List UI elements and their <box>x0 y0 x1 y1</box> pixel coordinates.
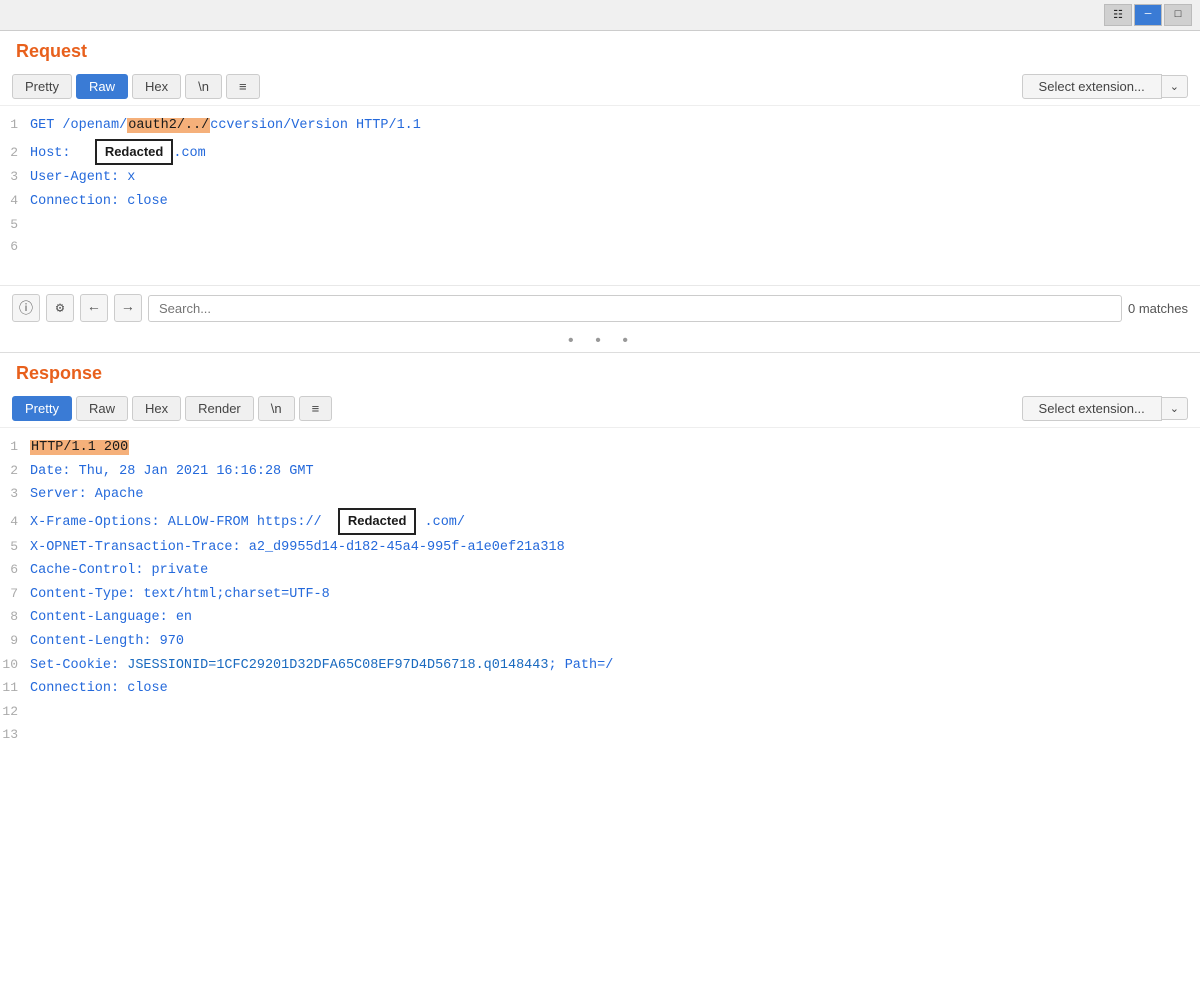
request-code-area: 1 GET /openam/oauth2/../ccversion/Versio… <box>0 105 1200 285</box>
line-number: 1 <box>0 437 30 458</box>
request-title: Request <box>0 31 1200 68</box>
close-button[interactable]: □ <box>1164 4 1192 26</box>
line-number: 3 <box>0 484 30 505</box>
line-number: 11 <box>0 678 30 699</box>
prev-match-button[interactable]: ← <box>80 294 108 322</box>
request-line-1: 1 GET /openam/oauth2/../ccversion/Versio… <box>0 114 1200 138</box>
response-line-1: 1 HTTP/1.1 200 <box>0 436 1200 460</box>
response-toolbar: Pretty Raw Hex Render \n ≡ Select extens… <box>0 390 1200 427</box>
line-content: X-OPNET-Transaction-Trace: a2_d9955d14-d… <box>30 537 1200 559</box>
response-select-ext-arrow[interactable]: ⌄ <box>1162 397 1188 420</box>
line-content: Connection: close <box>30 678 1200 700</box>
response-line-13: 13 <box>0 724 1200 747</box>
response-line-4: 4 X-Frame-Options: ALLOW-FROM https:// R… <box>0 507 1200 536</box>
response-line-10: 10 Set-Cookie: JSESSIONID=1CFC29201D32DF… <box>0 654 1200 678</box>
line-content: Set-Cookie: JSESSIONID=1CFC29201D32DFA65… <box>30 655 1200 677</box>
line-number: 12 <box>0 702 30 723</box>
line-content: Date: Thu, 28 Jan 2021 16:16:28 GMT <box>30 461 1200 483</box>
response-code-area: 1 HTTP/1.1 200 2 Date: Thu, 28 Jan 2021 … <box>0 427 1200 754</box>
response-line-2: 2 Date: Thu, 28 Jan 2021 16:16:28 GMT <box>0 460 1200 484</box>
response-select-extension: Select extension... ⌄ <box>1022 396 1188 421</box>
request-tab-pretty[interactable]: Pretty <box>12 74 72 99</box>
line-content: Server: Apache <box>30 484 1200 506</box>
line-content: X-Frame-Options: ALLOW-FROM https:// Red… <box>30 508 1200 535</box>
line-number: 7 <box>0 584 30 605</box>
response-title: Response <box>0 353 1200 390</box>
line-number: 6 <box>0 237 30 258</box>
window-controls: ☷ ─ □ <box>0 0 1200 31</box>
line-number: 4 <box>0 512 30 533</box>
response-tab-menu[interactable]: ≡ <box>299 396 333 421</box>
request-tab-raw[interactable]: Raw <box>76 74 128 99</box>
line-content: Connection: close <box>30 191 1200 213</box>
request-toolbar: Pretty Raw Hex \n ≡ Select extension... … <box>0 68 1200 105</box>
line-number: 2 <box>0 461 30 482</box>
line-content: User-Agent: x <box>30 167 1200 189</box>
response-select-ext-button[interactable]: Select extension... <box>1022 396 1162 421</box>
response-tab-raw[interactable]: Raw <box>76 396 128 421</box>
line-number: 4 <box>0 191 30 212</box>
help-icon-button[interactable]: ⓘ <box>12 294 40 322</box>
response-tab-render[interactable]: Render <box>185 396 254 421</box>
redacted-xframe: Redacted <box>338 508 417 535</box>
response-line-11: 11 Connection: close <box>0 677 1200 701</box>
line-number: 5 <box>0 215 30 236</box>
line-number: 5 <box>0 537 30 558</box>
redacted-host: Redacted <box>95 139 174 166</box>
search-input[interactable] <box>148 295 1122 322</box>
response-line-8: 8 Content-Language: en <box>0 606 1200 630</box>
line-number: 8 <box>0 607 30 628</box>
response-line-7: 7 Content-Type: text/html;charset=UTF-8 <box>0 583 1200 607</box>
request-tab-newline[interactable]: \n <box>185 74 222 99</box>
line-number: 3 <box>0 167 30 188</box>
request-tab-hex[interactable]: Hex <box>132 74 181 99</box>
grid-view-button[interactable]: ☷ <box>1104 4 1132 26</box>
line-number: 13 <box>0 725 30 746</box>
line-number: 1 <box>0 115 30 136</box>
request-line-6: 6 <box>0 236 1200 259</box>
request-line-2: 2 Host: Redacted.com <box>0 138 1200 167</box>
settings-icon-button[interactable]: ⚙ <box>46 294 74 322</box>
line-content: GET /openam/oauth2/../ccversion/Version … <box>30 115 1200 137</box>
next-match-button[interactable]: → <box>114 294 142 322</box>
response-tab-pretty[interactable]: Pretty <box>12 396 72 421</box>
line-number: 10 <box>0 655 30 676</box>
line-content: Host: Redacted.com <box>30 139 1200 166</box>
request-line-5: 5 <box>0 214 1200 237</box>
line-content: Content-Language: en <box>30 607 1200 629</box>
response-line-6: 6 Cache-Control: private <box>0 559 1200 583</box>
request-line-3: 3 User-Agent: x <box>0 166 1200 190</box>
line-content: Content-Type: text/html;charset=UTF-8 <box>30 584 1200 606</box>
request-line-4: 4 Connection: close <box>0 190 1200 214</box>
matches-count: 0 matches <box>1128 301 1188 316</box>
line-content: Content-Length: 970 <box>30 631 1200 653</box>
response-tab-newline[interactable]: \n <box>258 396 295 421</box>
minimize-button[interactable]: ─ <box>1134 4 1162 26</box>
line-content: HTTP/1.1 200 <box>30 437 1200 459</box>
search-bar-area: ⓘ ⚙ ← → 0 matches <box>0 285 1200 330</box>
line-content: Cache-Control: private <box>30 560 1200 582</box>
response-line-5: 5 X-OPNET-Transaction-Trace: a2_d9955d14… <box>0 536 1200 560</box>
line-number: 6 <box>0 560 30 581</box>
response-line-9: 9 Content-Length: 970 <box>0 630 1200 654</box>
response-tab-hex[interactable]: Hex <box>132 396 181 421</box>
request-select-ext-arrow[interactable]: ⌄ <box>1162 75 1188 98</box>
response-line-12: 12 <box>0 701 1200 724</box>
line-number: 2 <box>0 143 30 164</box>
request-tab-menu[interactable]: ≡ <box>226 74 260 99</box>
request-select-ext-button[interactable]: Select extension... <box>1022 74 1162 99</box>
response-line-3: 3 Server: Apache <box>0 483 1200 507</box>
line-number: 9 <box>0 631 30 652</box>
section-divider-dots: • • • <box>0 330 1200 352</box>
request-select-extension: Select extension... ⌄ <box>1022 74 1188 99</box>
